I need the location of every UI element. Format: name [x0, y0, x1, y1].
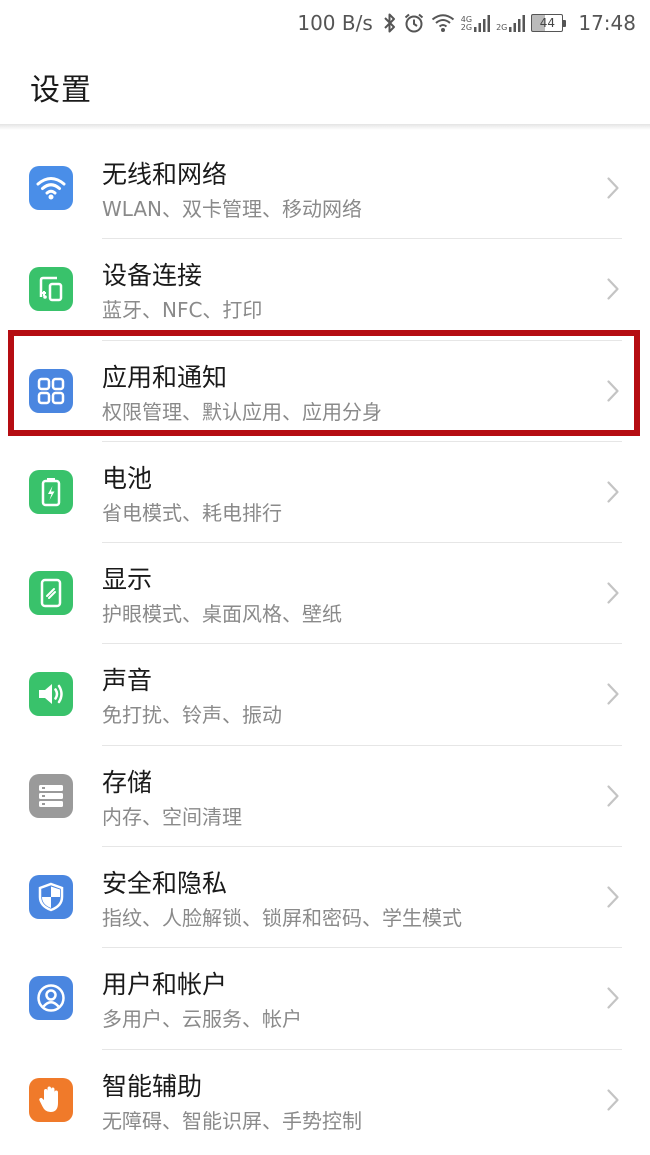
- settings-item-1[interactable]: 无线和网络 WLAN、双卡管理、移动网络: [0, 138, 650, 240]
- settings-item-title: 无线和网络: [102, 160, 228, 189]
- settings-item-title: 电池: [102, 463, 153, 493]
- settings-item-texts: 无线和网络 WLAN、双卡管理、移动网络: [102, 160, 362, 222]
- apps-grid-icon: [29, 368, 73, 413]
- device-connect-icon: [29, 267, 73, 312]
- battery-icon: [29, 469, 73, 514]
- chevron-right-icon: [606, 1088, 620, 1116]
- settings-item-9[interactable]: 用户和帐户多用户、云服务、帐户: [0, 948, 650, 1050]
- chevron-right-icon: [606, 682, 620, 710]
- settings-item-title: 声音: [102, 666, 153, 696]
- settings-item-7[interactable]: 存储 内存、空间清理: [0, 746, 650, 848]
- header-divider: [0, 124, 650, 130]
- settings-item-6[interactable]: 声音免打扰、铃声、振动: [0, 644, 650, 746]
- signal-icon: 4G 2G: [460, 14, 491, 32]
- page-title: 设置: [30, 73, 92, 108]
- settings-item-subtitle: 省电模式、耗电排行: [102, 500, 282, 525]
- settings-item-texts: 电池省电模式、耗电排行: [102, 464, 282, 526]
- chevron-right-icon: [606, 176, 620, 204]
- settings-item-subtitle: 蓝牙、NFC、打印: [102, 298, 263, 323]
- network-speed: 100 B/s: [297, 11, 373, 35]
- settings-item-title: 智能辅助: [102, 1071, 203, 1101]
- display-icon: [29, 571, 73, 616]
- settings-item-texts: 声音免打扰、铃声、振动: [102, 666, 282, 728]
- status-bar: 100 B/s 4G 2G 2G 44 17:48: [0, 0, 650, 46]
- settings-item-texts: 智能辅助无障碍、智能识屏、手势控制: [102, 1072, 362, 1134]
- network-tag-2g: 2G: [460, 23, 473, 32]
- settings-item-subtitle: 免打扰、铃声、振动: [102, 703, 282, 728]
- settings-item-title: 存储: [102, 767, 153, 797]
- hand-icon: [29, 1077, 73, 1122]
- wifi-icon: [431, 13, 455, 33]
- settings-item-texts: 应用和通知权限管理、默认应用、应用分身: [102, 363, 382, 425]
- settings-item-texts: 安全和隐私指纹、人脸解锁、锁屏和密码、学生模式: [102, 869, 462, 931]
- settings-item-title: 应用和通知: [102, 362, 228, 392]
- settings-item-3[interactable]: 应用和通知权限管理、默认应用、应用分身: [0, 341, 650, 442]
- chevron-right-icon: [606, 885, 620, 913]
- settings-item-title: 用户和帐户: [102, 970, 228, 1000]
- shield-icon: [29, 875, 73, 920]
- settings-item-2[interactable]: 设备连接蓝牙、NFC、打印: [0, 239, 650, 341]
- settings-item-5[interactable]: 显示护眼模式、桌面风格、壁纸: [0, 543, 650, 645]
- speaker-icon: [29, 672, 73, 717]
- chevron-right-icon: [606, 581, 620, 609]
- settings-item-8[interactable]: 安全和隐私指纹、人脸解锁、锁屏和密码、学生模式: [0, 847, 650, 949]
- settings-item-subtitle: 无障碍、智能识屏、手势控制: [102, 1108, 362, 1133]
- chevron-right-icon: [606, 480, 620, 508]
- settings-item-subtitle: WLAN、双卡管理、移动网络: [102, 197, 363, 221]
- settings-item-10[interactable]: 智能辅助无障碍、智能识屏、手势控制: [0, 1050, 650, 1151]
- user-icon: [29, 976, 73, 1021]
- wifi-icon: [29, 166, 73, 210]
- settings-item-subtitle: 权限管理、默认应用、应用分身: [102, 399, 382, 424]
- battery-icon: 44: [531, 14, 567, 32]
- settings-item-subtitle: 内存、空间清理: [102, 804, 242, 829]
- bluetooth-icon: [383, 12, 397, 34]
- battery-level: 44: [531, 14, 564, 32]
- chevron-right-icon: [606, 277, 620, 305]
- network-tag-2g-second: 2G: [496, 23, 508, 32]
- settings-item-title: 显示: [102, 565, 153, 595]
- chevron-right-icon: [606, 379, 620, 407]
- settings-item-subtitle: 多用户、云服务、帐户: [102, 1007, 302, 1032]
- settings-item-texts: 用户和帐户多用户、云服务、帐户: [102, 970, 302, 1032]
- settings-item-subtitle: 护眼模式、桌面风格、壁纸: [102, 602, 342, 627]
- settings-list: 无线和网络 WLAN、双卡管理、移动网络设备连接蓝牙、NFC、打印应用和通知权限管…: [0, 138, 650, 1151]
- settings-item-texts: 设备连接蓝牙、NFC、打印: [102, 261, 262, 323]
- signal-icon: 2G: [496, 14, 526, 32]
- settings-item-title: 设备连接: [102, 261, 203, 291]
- chevron-right-icon: [606, 986, 620, 1014]
- settings-item-4[interactable]: 电池省电模式、耗电排行: [0, 442, 650, 544]
- clock: 17:48: [578, 11, 636, 35]
- settings-item-title: 安全和隐私: [102, 869, 228, 899]
- alarm-icon: [403, 12, 425, 34]
- storage-icon: [29, 773, 73, 818]
- settings-item-texts: 存储 内存、空间清理: [102, 768, 242, 830]
- page-header: 设置: [0, 46, 650, 128]
- settings-item-texts: 显示护眼模式、桌面风格、壁纸: [102, 565, 342, 627]
- chevron-right-icon: [606, 784, 620, 812]
- settings-item-subtitle: 指纹、人脸解锁、锁屏和密码、学生模式: [102, 906, 462, 931]
